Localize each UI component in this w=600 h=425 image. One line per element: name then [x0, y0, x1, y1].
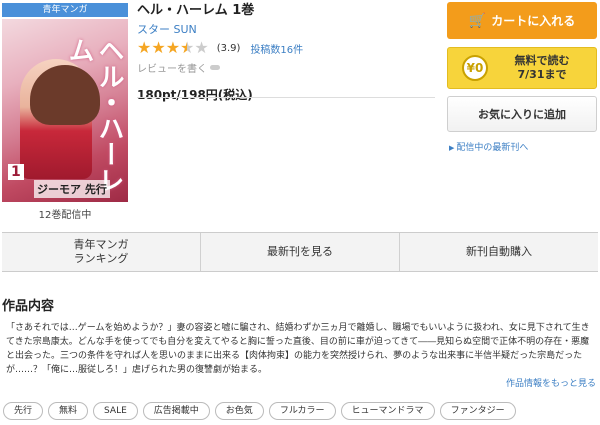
- review-count-link[interactable]: 投稿数16件: [250, 41, 303, 56]
- more-info-link[interactable]: 作品情報をもっと見る: [506, 376, 596, 389]
- star-half-icon: ★: [180, 38, 195, 57]
- star-icon: ★: [165, 38, 181, 57]
- star-icon: ★: [137, 38, 152, 57]
- cover-author-art: ジーモア 先行: [34, 180, 110, 198]
- cover-volume: 1: [8, 164, 24, 180]
- star-empty-icon: ★: [194, 38, 209, 57]
- add-favorite-button[interactable]: お気に入りに追加: [447, 96, 597, 132]
- read-free-label: 無料で読む 7/31まで: [488, 54, 596, 82]
- cart-icon: 🛒: [468, 12, 487, 29]
- star-icon: ★: [151, 38, 166, 57]
- tag-chip[interactable]: ファンタジー: [439, 402, 516, 420]
- latest-volume-link[interactable]: ▶ 配信中の最新刊へ: [449, 140, 528, 153]
- price: 180pt/198円(税込): [137, 88, 253, 102]
- tag-chip[interactable]: ヒューマンドラマ: [340, 402, 435, 420]
- book-title: ヘル・ハーレム 1巻: [137, 3, 255, 18]
- cover-column: 青年マンガ ヘル・ハーレム 1 ジーモア 先行 12巻配信中: [2, 3, 128, 221]
- description: 「さあそれでは…ゲームを始めようか？」妻の容姿と嘘に騙され、結婚わずか三ヵ月で離…: [6, 323, 590, 375]
- tag-chip[interactable]: 無料: [48, 402, 89, 420]
- pen-icon: [210, 64, 220, 70]
- cover-title-art: ヘル・ハーレム: [64, 37, 124, 193]
- nav-latest-label: 最新刊を見る: [267, 245, 333, 258]
- triangle-right-icon: ▶: [449, 144, 455, 152]
- latest-volume-label: 配信中の最新刊へ: [456, 143, 529, 153]
- cover-figure: [20, 59, 100, 179]
- tag-chip[interactable]: SALE: [93, 402, 138, 420]
- read-free-button[interactable]: ¥0 無料で読む 7/31まで: [447, 47, 597, 89]
- rating-score: (3.9): [216, 42, 241, 54]
- add-to-cart-label: カートに入れる: [491, 14, 576, 28]
- rating-stars: ★ ★ ★ ★ ★: [137, 40, 209, 56]
- tag-chip[interactable]: フルカラー: [268, 402, 336, 420]
- tag-chip[interactable]: お色気: [214, 402, 264, 420]
- nav-ranking[interactable]: 青年マンガ ランキング: [2, 233, 201, 271]
- rating-row: ★ ★ ★ ★ ★ (3.9) 投稿数16件: [137, 38, 437, 58]
- divider: [137, 97, 435, 98]
- nav-ranking-label: 青年マンガ ランキング: [73, 238, 129, 265]
- genre-badge[interactable]: 青年マンガ: [2, 3, 128, 17]
- author-link[interactable]: スター SUN: [137, 22, 437, 37]
- add-to-cart-button[interactable]: 🛒 カートに入れる: [447, 2, 597, 39]
- write-review-link[interactable]: レビューを書く: [137, 60, 437, 75]
- tag-chip[interactable]: 広告掲載中: [142, 402, 210, 420]
- book-info: ヘル・ハーレム 1巻 スター SUN ★ ★ ★ ★ ★ (3.9) 投稿数16…: [137, 2, 437, 102]
- cover-image[interactable]: ヘル・ハーレム 1 ジーモア 先行: [2, 19, 128, 202]
- write-review-label: レビューを書く: [137, 63, 207, 75]
- read-free-line2: 7/31まで: [517, 68, 567, 81]
- nav-auto-purchase-label: 新刊自動購入: [466, 245, 532, 258]
- tag-chip[interactable]: 先行: [3, 402, 44, 420]
- nav-auto-purchase[interactable]: 新刊自動購入: [400, 233, 598, 271]
- volume-count: 12巻配信中: [38, 210, 92, 221]
- sub-nav: 青年マンガ ランキング 最新刊を見る 新刊自動購入: [2, 232, 598, 272]
- section-heading: 作品内容: [2, 299, 55, 314]
- tag-list: 先行 無料 SALE 広告掲載中 お色気 フルカラー ヒューマンドラマ ファンタ…: [3, 402, 516, 420]
- zero-yen-icon: ¥0: [462, 55, 488, 81]
- read-free-line1: 無料で読む: [514, 54, 570, 67]
- nav-latest[interactable]: 最新刊を見る: [201, 233, 400, 271]
